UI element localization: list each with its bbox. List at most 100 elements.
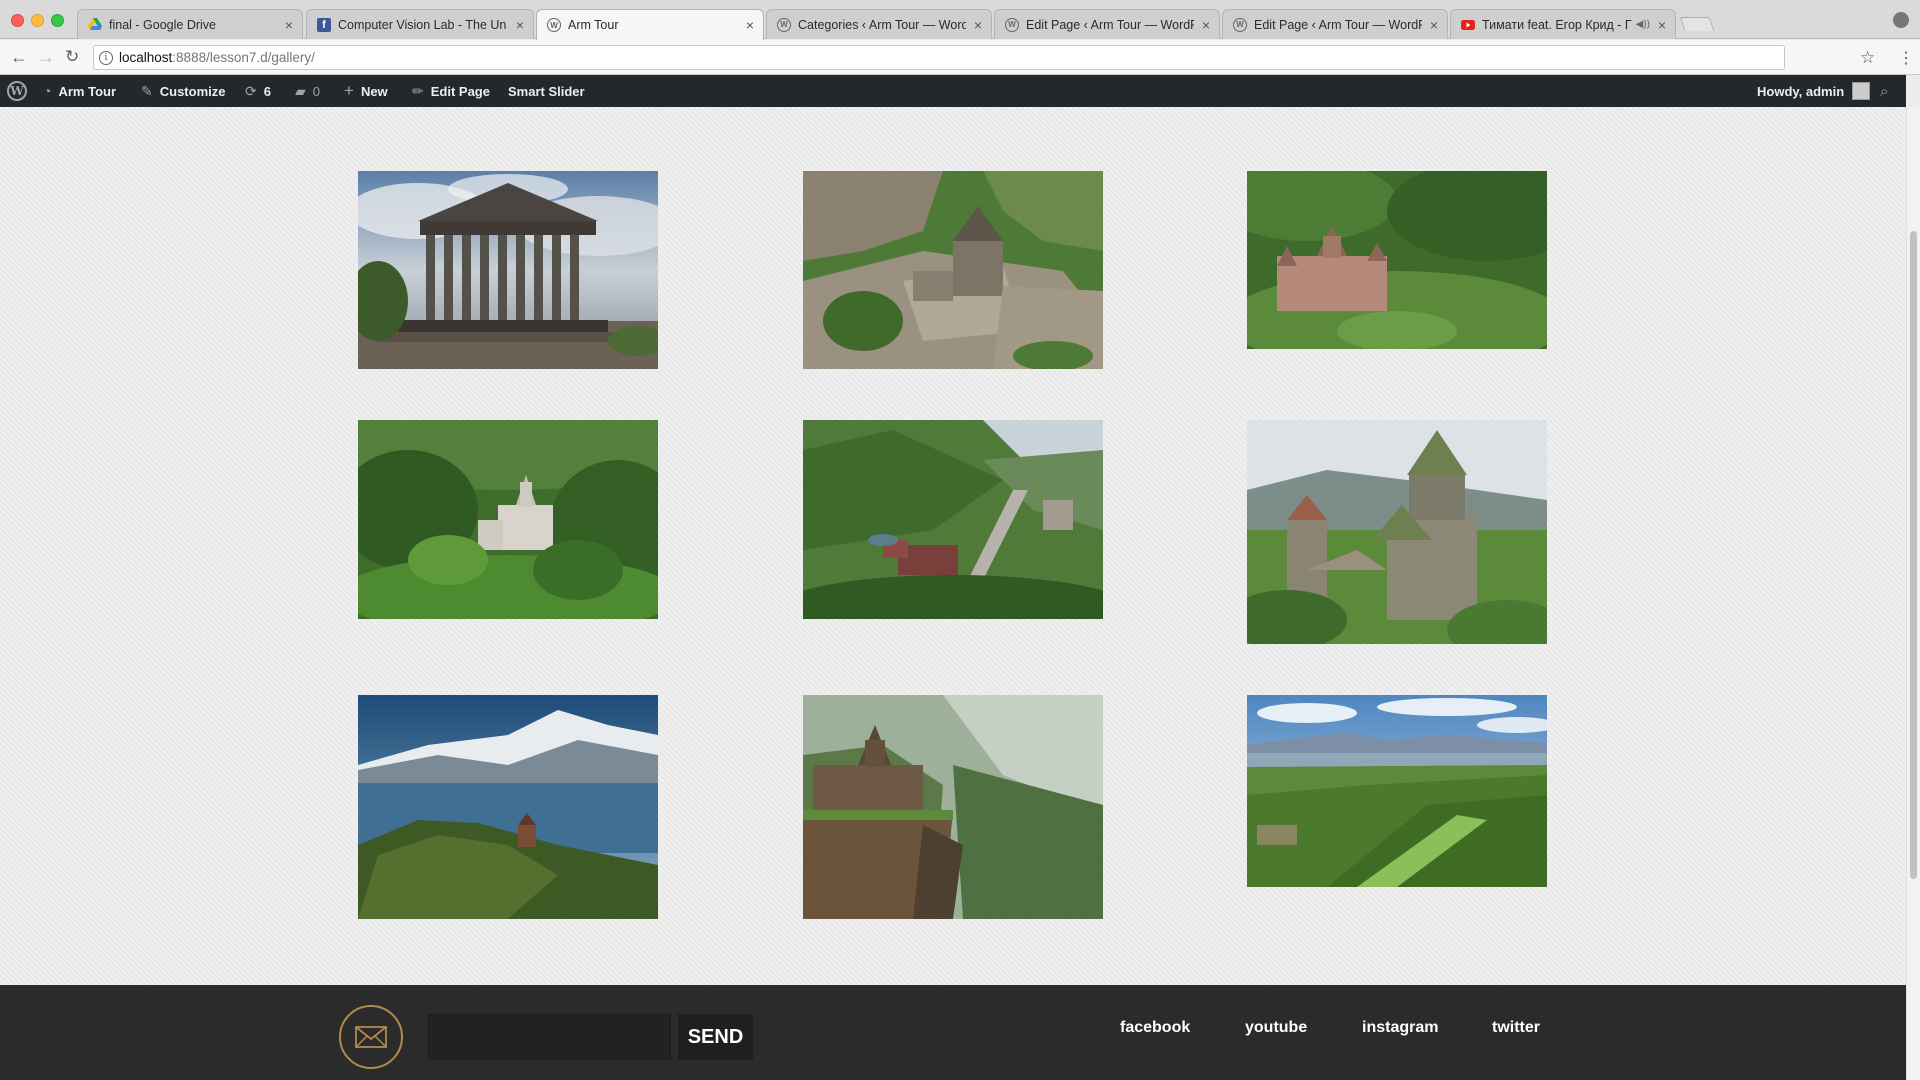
browser-toolbar: ← → ↻ i localhost:8888/lesson7.d/gallery… <box>0 40 1920 75</box>
comment-bubble-icon: ▰ <box>295 82 306 99</box>
edit-page-label: Edit Page <box>430 83 490 99</box>
gallery-page <box>0 107 1906 985</box>
smart-slider-label: Smart Slider <box>508 83 585 99</box>
admin-search-button[interactable]: ⌕ <box>1880 75 1888 107</box>
gallery-photo-haghartsin-monastery[interactable] <box>358 420 658 619</box>
wordpress-icon: W <box>777 17 791 32</box>
gallery-photo-haghpat-monastery[interactable] <box>1247 171 1547 349</box>
gallery-photo-sevanavank-lake[interactable] <box>358 695 658 919</box>
wordpress-logo-icon: W <box>7 81 27 101</box>
profile-icon[interactable] <box>1893 12 1909 28</box>
tab-close-icon[interactable]: × <box>513 17 527 33</box>
garni-temple-image <box>358 171 658 369</box>
dilijan-valley-image <box>803 420 1103 619</box>
gallery-photo-dilijan-valley[interactable] <box>803 420 1103 619</box>
updates-icon: ⟳ <box>245 82 257 99</box>
gallery-photo-garni-temple[interactable] <box>358 171 658 369</box>
new-content-menu[interactable]: + New <box>344 75 388 107</box>
browser-tab[interactable]: f Computer Vision Lab - The Un × <box>306 9 534 39</box>
forward-arrow-icon[interactable]: → <box>37 47 55 68</box>
newsletter-email-input[interactable] <box>428 1014 671 1060</box>
sevanavank-lake-image <box>358 695 658 919</box>
site-footer: SEND facebook youtube instagram twitter <box>0 985 1906 1080</box>
youtube-icon <box>1461 18 1475 32</box>
window-maximize-button[interactable] <box>51 14 64 27</box>
window-close-button[interactable] <box>11 14 24 27</box>
info-icon[interactable]: i <box>99 50 113 65</box>
page-scrollbar[interactable] <box>1906 107 1920 1080</box>
reload-icon[interactable]: ↻ <box>65 47 79 67</box>
gallery-photo-tatev-monastery[interactable] <box>803 695 1103 919</box>
tab-close-icon[interactable]: × <box>971 17 985 33</box>
akhtala-monastery-image <box>1247 420 1547 644</box>
pencil-icon: ✏ <box>412 82 424 99</box>
browser-tab-strip: final - Google Drive × f Computer Vision… <box>0 0 1920 40</box>
facebook-link[interactable]: facebook <box>1120 1019 1190 1037</box>
my-account-menu[interactable]: Howdy, admin <box>1757 75 1871 107</box>
green-hills-image <box>1247 695 1547 887</box>
twitter-link[interactable]: twitter <box>1492 1019 1540 1037</box>
tab-title: Тимати feat. Егор Крид - Г <box>1482 17 1632 32</box>
site-name-label: Arm Tour <box>58 83 117 99</box>
newsletter-badge <box>339 1005 403 1069</box>
paintbrush-icon: ✎ <box>141 82 153 99</box>
kebab-menu-icon[interactable]: ⋮ <box>1898 48 1914 68</box>
tab-title: Edit Page ‹ Arm Tour — WordP <box>1254 17 1422 32</box>
haghpat-monastery-image <box>1247 171 1547 349</box>
edit-page-link[interactable]: ✏ Edit Page <box>412 75 490 107</box>
instagram-link[interactable]: instagram <box>1362 1019 1438 1037</box>
wp-logo-menu[interactable]: W <box>7 75 27 107</box>
tab-title: Categories ‹ Arm Tour — Word <box>798 17 966 32</box>
tab-close-icon[interactable]: × <box>743 17 757 33</box>
gallery-photo-akhtala-monastery[interactable] <box>1247 420 1547 644</box>
window-minimize-button[interactable] <box>31 14 44 27</box>
browser-tab[interactable]: W Edit Page ‹ Arm Tour — WordP × <box>994 9 1220 39</box>
scrollbar-thumb[interactable] <box>1910 231 1917 879</box>
envelope-icon <box>355 1026 387 1048</box>
avatar <box>1852 82 1871 100</box>
url-host: localhost <box>119 50 173 65</box>
customize-link[interactable]: ✎ Customize <box>141 75 225 107</box>
tab-close-icon[interactable]: × <box>1427 17 1441 33</box>
tab-title: Arm Tour <box>568 18 619 32</box>
haghartsin-monastery-image <box>358 420 658 619</box>
speaker-icon[interactable]: ◀)) <box>1636 19 1650 30</box>
browser-tab[interactable]: final - Google Drive × <box>77 9 303 39</box>
new-label: New <box>360 83 388 99</box>
tatev-monastery-image <box>803 695 1103 919</box>
smart-slider-link[interactable]: Smart Slider <box>508 75 585 107</box>
tab-close-icon[interactable]: × <box>1199 17 1213 33</box>
comments-link[interactable]: ▰ 0 <box>295 75 320 107</box>
send-button[interactable]: SEND <box>678 1014 753 1060</box>
dashboard-icon: ◔ <box>43 83 52 99</box>
plus-icon: + <box>344 81 354 100</box>
tab-close-icon[interactable]: × <box>282 17 296 33</box>
browser-tab[interactable]: W Edit Page ‹ Arm Tour — WordP × <box>1222 9 1448 39</box>
drive-icon <box>88 18 102 32</box>
url-path: :8888/lesson7.d/gallery/ <box>172 50 315 65</box>
tab-title: final - Google Drive <box>109 17 216 32</box>
gallery-photo-green-hills[interactable] <box>1247 695 1547 887</box>
browser-tab-active[interactable]: W Arm Tour × <box>536 9 764 40</box>
youtube-link[interactable]: youtube <box>1245 1019 1307 1037</box>
back-arrow-icon[interactable]: ← <box>10 47 28 68</box>
site-name-menu[interactable]: ◔ Arm Tour <box>43 75 116 107</box>
wordpress-icon: W <box>547 18 561 32</box>
new-tab-button[interactable] <box>1679 17 1715 31</box>
updates-count: 6 <box>263 83 271 99</box>
bookmark-star-icon[interactable]: ☆ <box>1860 48 1875 68</box>
tab-title: Edit Page ‹ Arm Tour — WordP <box>1026 17 1194 32</box>
address-bar[interactable]: i localhost:8888/lesson7.d/gallery/ <box>93 45 1785 70</box>
browser-tab[interactable]: W Categories ‹ Arm Tour — Word × <box>766 9 992 39</box>
tab-title: Computer Vision Lab - The Un <box>338 17 507 32</box>
facebook-icon: f <box>317 17 331 32</box>
customize-label: Customize <box>159 83 226 99</box>
tab-close-icon[interactable]: × <box>1655 17 1669 33</box>
wp-admin-bar: W ◔ Arm Tour ✎ Customize ⟳ 6 ▰ 0 + New ✏… <box>0 75 1906 107</box>
howdy-label: Howdy, admin <box>1757 83 1845 99</box>
browser-tab[interactable]: Тимати feat. Егор Крид - Г ◀)) × <box>1450 9 1676 39</box>
wordpress-icon: W <box>1233 17 1247 32</box>
gallery-photo-geghard-monastery[interactable] <box>803 171 1103 369</box>
search-icon: ⌕ <box>1880 82 1889 100</box>
updates-link[interactable]: ⟳ 6 <box>245 75 271 107</box>
